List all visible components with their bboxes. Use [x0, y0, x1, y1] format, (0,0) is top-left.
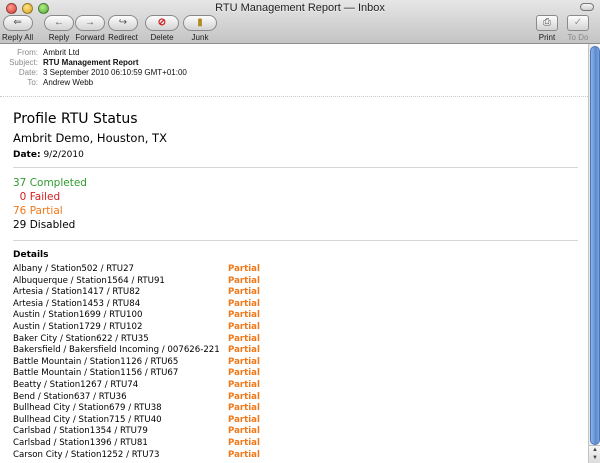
rtu-status: Partial	[228, 310, 260, 321]
rtu-path: Beatty / Station1267 / RTU74	[13, 380, 139, 390]
details-row: Bullhead City / Station679 / RTU38 Partia…	[13, 402, 578, 414]
redirect-button[interactable]: ↪ Redirect	[108, 15, 138, 42]
message-headers: From: Ambrit Ltd Subject: RTU Management…	[0, 44, 588, 97]
scroll-arrows[interactable]: ▲ ▼	[589, 445, 600, 463]
report-subtitle: Ambrit Demo, Houston, TX	[13, 131, 167, 145]
sender-name[interactable]: Ambrit Ltd	[43, 48, 79, 58]
rtu-status: Partial	[228, 438, 260, 448]
details-row: Artesia / Station1417 / RTU82 Partial	[13, 286, 578, 298]
delete-icon: ⊘	[145, 15, 179, 31]
details-row: Battle Mountain / Station1156 / RTU67 Par…	[13, 367, 578, 379]
reply-all-button[interactable]: ⇐ Reply All	[2, 15, 33, 42]
details-row: Albany / Station502 / RTU27 Partial	[13, 263, 578, 275]
divider	[13, 240, 578, 241]
reply-icon: ←	[44, 15, 74, 31]
rtu-path: Carlsbad / Station1354 / RTU79	[13, 426, 148, 437]
header-to: To: Andrew Webb	[27, 78, 94, 88]
details-row: Carlsbad / Station1396 / RTU81 Partial	[13, 437, 578, 449]
divider	[13, 167, 578, 168]
details-row: Baker City / Station622 / RTU35 Partial	[13, 333, 578, 345]
rtu-path: Bend / Station637 / RTU36	[13, 391, 127, 402]
details-row: Battle Mountain / Station1126 / RTU65 Par…	[13, 356, 578, 368]
checkmark-icon: ✓	[567, 15, 589, 31]
details-row: Austin / Station1729 / RTU102 Partial	[13, 321, 578, 333]
rtu-path: Baker City / Station622 / RTU35	[13, 333, 149, 344]
date-text: 3 September 2010 06:10:59 GMT+01:00	[43, 68, 187, 77]
window-title: RTU Management Report — Inbox	[215, 2, 385, 14]
failed-count: 0 Failed	[13, 191, 61, 203]
rtu-status: Partial	[228, 287, 260, 298]
rtu-path: Bakersfield / Bakersfield Incoming / 007…	[13, 345, 220, 356]
details-row: Carson City / Station1252 / RTU73 Partial	[13, 449, 578, 461]
rtu-path: Carson City / Station1252 / RTU73	[13, 449, 160, 460]
details-row: Carlsbad / Station1354 / RTU79 Partial	[13, 425, 578, 437]
rtu-path: Artesia / Station1417 / RTU82	[13, 287, 141, 298]
disabled-count: 29 Disabled	[13, 219, 76, 231]
rtu-path: Austin / Station1699 / RTU100	[13, 310, 143, 321]
details-heading: Details	[13, 250, 49, 260]
rtu-path: Bullhead City / Station679 / RTU38	[13, 403, 162, 414]
details-row: Albuquerque / Station1564 / RTU91 Partial	[13, 275, 578, 287]
report-date: Date: 9/2/2010	[13, 150, 84, 160]
rtu-path: Austin / Station1729 / RTU102	[13, 322, 143, 332]
rtu-path: Bullhead City / Station715 / RTU40	[13, 414, 162, 425]
rtu-status: Partial	[228, 403, 260, 414]
scrollbar-thumb[interactable]	[590, 46, 600, 445]
rtu-status: Partial	[228, 414, 260, 425]
junk-button[interactable]: ▮ Junk	[183, 15, 217, 42]
header-from: From: Ambrit Ltd	[17, 48, 80, 58]
rtu-path: Albuquerque / Station1564 / RTU91	[13, 275, 165, 286]
rtu-status: Partial	[228, 391, 260, 402]
forward-icon: →	[75, 15, 105, 31]
rtu-status: Partial	[228, 298, 260, 309]
details-row: Bend / Station637 / RTU36 Partial	[13, 391, 578, 403]
rtu-path: Battle Mountain / Station1126 / RTU65	[13, 356, 179, 367]
print-button[interactable]: ⎙ Print	[536, 15, 558, 42]
mail-window: RTU Management Report — Inbox ⇐ Reply Al…	[0, 0, 600, 463]
redirect-icon: ↪	[108, 15, 138, 31]
rtu-path: Carlsbad / Station1396 / RTU81	[13, 438, 148, 448]
toolbar-toggle-button[interactable]	[580, 3, 594, 11]
rtu-path: Artesia / Station1453 / RTU84	[13, 298, 141, 309]
completed-count: 37 Completed	[13, 177, 87, 189]
report-title: Profile RTU Status	[13, 111, 138, 127]
rtu-status: Partial	[228, 275, 260, 286]
reply-all-icon: ⇐	[2, 15, 33, 31]
details-row: Beatty / Station1267 / RTU74 Partial	[13, 379, 578, 391]
details-row: Bullhead City / Station715 / RTU40 Partia…	[13, 414, 578, 426]
details-row: Austin / Station1699 / RTU100 Partial	[13, 309, 578, 321]
reply-button[interactable]: ← Reply	[44, 15, 74, 42]
rtu-status: Partial	[228, 380, 260, 390]
vertical-scrollbar[interactable]: ▲ ▼	[588, 44, 600, 463]
junk-icon: ▮	[183, 15, 217, 31]
toolbar: RTU Management Report — Inbox ⇐ Reply Al…	[0, 0, 600, 44]
header-date: Date: 3 September 2010 06:10:59 GMT+01:0…	[18, 68, 187, 77]
printer-icon: ⎙	[536, 15, 558, 31]
rtu-status: Partial	[228, 345, 260, 356]
recipient-name[interactable]: Andrew Webb	[43, 78, 93, 88]
rtu-status: Partial	[228, 449, 260, 460]
rtu-path: Albany / Station502 / RTU27	[13, 264, 135, 274]
rtu-status: Partial	[228, 368, 260, 379]
rtu-status: Partial	[228, 426, 260, 437]
rtu-status: Partial	[228, 356, 260, 367]
forward-button[interactable]: → Forward	[75, 15, 105, 42]
rtu-path: Battle Mountain / Station1156 / RTU67	[13, 368, 179, 379]
rtu-status: Partial	[228, 264, 260, 274]
header-subject: Subject: RTU Management Report	[9, 58, 139, 67]
rtu-status: Partial	[228, 333, 260, 344]
partial-count: 76 Partial	[13, 205, 63, 217]
details-row: Artesia / Station1453 / RTU84 Partial	[13, 298, 578, 310]
delete-button[interactable]: ⊘ Delete	[145, 15, 179, 42]
details-row: Bakersfield / Bakersfield Incoming / 007…	[13, 344, 578, 356]
rtu-status: Partial	[228, 322, 260, 332]
subject-text: RTU Management Report	[43, 58, 139, 67]
to-do-button[interactable]: ✓ To Do	[567, 15, 589, 42]
